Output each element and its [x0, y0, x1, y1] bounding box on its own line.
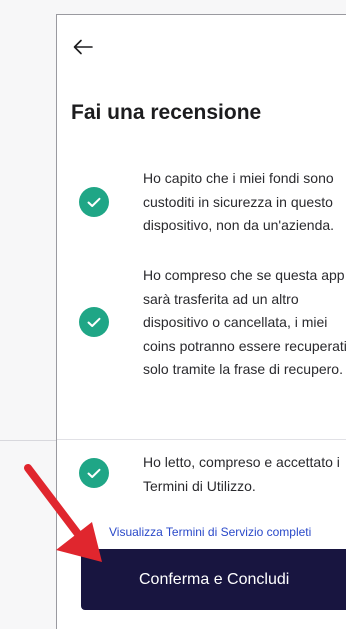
background-divider — [0, 440, 56, 441]
terms-link[interactable]: Visualizza Termini di Servizio completi — [109, 525, 311, 539]
checklist-text: Ho letto, compreso e accettato i Termini… — [143, 451, 346, 498]
back-button[interactable] — [69, 35, 97, 59]
section-divider — [57, 439, 346, 440]
checklist-text: Ho compreso che se questa app sarà trasf… — [143, 264, 346, 382]
checklist-line: Ho letto, compreso e accettato i — [143, 454, 340, 470]
checklist-line: dispositivo o cancellata, i miei — [143, 314, 328, 330]
checklist-line: dispositivo, non da un'azienda. — [143, 217, 335, 233]
checklist-line: Ho compreso che se questa app — [143, 267, 345, 283]
checklist-text: Ho capito che i miei fondi sono custodit… — [143, 167, 346, 238]
arrow-left-icon — [73, 39, 93, 55]
check-circle-icon — [79, 187, 109, 217]
annotation-arrow-icon — [24, 464, 102, 562]
checklist-line: coins potranno essere recuperati — [143, 337, 346, 354]
checklist-line: sarà trasferita ad un altro — [143, 290, 299, 307]
checklist-line: Ho capito che i miei fondi sono — [143, 170, 334, 186]
checklist-line: solo tramite la frase di recupero. — [143, 361, 343, 377]
check-circle-icon — [79, 307, 109, 337]
confirm-button[interactable]: Conferma e Concludi — [81, 549, 346, 610]
checklist-line: custoditi in sicurezza in questo — [143, 193, 333, 210]
checklist-line: Termini di Utilizzo. — [143, 477, 256, 494]
page-title: Fai una recensione — [71, 101, 262, 124]
